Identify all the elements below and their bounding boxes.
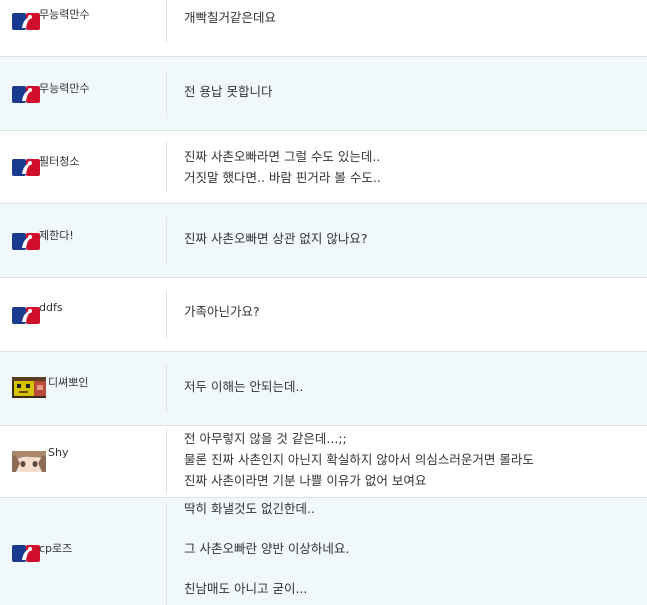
comment-text: 진짜 사촌오빠라면 그럴 수도 있는데.. 거짓말 했다면.. 바람 핀거라 볼… [184,146,641,188]
pixel-avatar-icon [12,377,46,398]
comment-row: Shy 전 아무렇지 않을 것 같은데...;; 물론 진짜 사촌인지 아닌지 … [0,426,647,498]
comment-line: 물론 진짜 사촌인지 아닌지 확실하지 않아서 의심스러운거면 몰라도 [184,452,534,467]
comment-row: cp로즈 딱히 화낼것도 없긴한데.. 그 사촌오빠란 양반 이상하네요. 친남… [0,498,647,605]
comment-author[interactable]: 제한다! [12,204,162,277]
comment-row: 무능력만수 전 용납 못합니다 [0,57,647,131]
comment-line: 친남매도 아니고 굳이... [184,581,308,596]
column-divider [166,502,167,605]
comment-nickname[interactable]: 디쎠뽀인 [48,374,88,390]
comment-row: 무능력만수 개빡칠거같은데요 [0,0,647,57]
comment-nickname[interactable]: 무능력만수 [39,6,90,22]
comment-line: 저두 이해는 안되는데.. [184,379,304,394]
column-divider [166,142,167,192]
comment-text: 저두 이해는 안되는데.. [184,376,641,397]
comment-author[interactable]: 무능력만수 [12,57,162,130]
column-divider [166,0,167,42]
comment-line: 진짜 사촌오빠라면 그럴 수도 있는데.. [184,149,381,164]
comment-line [184,519,641,539]
mlb-logo-icon [12,545,40,562]
comment-author[interactable]: cp로즈 [12,498,162,605]
comment-nickname[interactable]: 제한다! [39,227,74,243]
mlb-logo-icon [12,233,40,250]
comment-line: 진짜 사촌오빠면 상관 없지 않나요? [184,231,368,246]
comment-author[interactable]: 디쎠뽀인 [12,352,162,425]
comment-line: 딱히 화낼것도 없긴한데.. [184,501,315,516]
comment-line: 거짓말 했다면.. 바람 핀거라 볼 수도.. [184,170,381,185]
comment-nickname[interactable]: Shy [48,446,68,459]
comment-line: 개빡칠거같은데요 [184,10,277,25]
column-divider [166,217,167,265]
comment-nickname[interactable]: 필터청소 [39,153,79,169]
comment-row: 필터청소 진짜 사촌오빠라면 그럴 수도 있는데.. 거짓말 했다면.. 바람 … [0,131,647,204]
column-divider [166,365,167,413]
comment-author[interactable]: ddfs [12,278,162,351]
comment-author[interactable]: 무능력만수 [12,0,162,56]
comment-line: 그 사촌오빠란 양반 이상하네요. [184,541,350,556]
comment-text: 개빡칠거같은데요 [184,7,641,28]
comment-row: ddfs 가족아닌가요? [0,278,647,352]
comment-author[interactable]: Shy [12,426,162,497]
comment-line [184,559,641,579]
comment-line: 가족아닌가요? [184,304,260,319]
comment-row: 제한다! 진짜 사촌오빠면 상관 없지 않나요? [0,204,647,278]
anime-avatar-icon [12,451,46,472]
comment-author[interactable]: 필터청소 [12,131,162,203]
column-divider [166,428,167,494]
mlb-logo-icon [12,159,40,176]
mlb-logo-icon [12,13,40,30]
comment-line: 진짜 사촌이라면 기분 나쁠 이유가 없어 보여요 [184,473,427,488]
comment-text: 전 용납 못합니다 [184,81,641,102]
mlb-logo-icon [12,307,40,324]
column-divider [166,70,167,118]
comment-text: 가족아닌가요? [184,301,641,322]
comment-nickname[interactable]: cp로즈 [39,540,72,556]
comment-text: 딱히 화낼것도 없긴한데.. 그 사촌오빠란 양반 이상하네요. 친남매도 아니… [184,499,641,599]
comment-text: 전 아무렇지 않을 것 같은데...;; 물론 진짜 사촌인지 아닌지 확실하지… [184,428,641,491]
comment-nickname[interactable]: 무능력만수 [39,80,90,96]
column-divider [166,291,167,339]
mlb-logo-icon [12,86,40,103]
comment-row: 디쎠뽀인 저두 이해는 안되는데.. [0,352,647,426]
comment-line: 전 아무렇지 않을 것 같은데...;; [184,431,347,446]
comment-line: 전 용납 못합니다 [184,84,273,99]
comment-nickname[interactable]: ddfs [39,301,63,314]
comment-text: 진짜 사촌오빠면 상관 없지 않나요? [184,228,641,249]
